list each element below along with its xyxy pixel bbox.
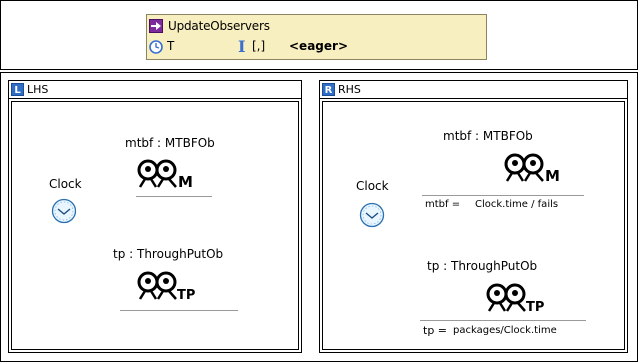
- rhs-mtbf-observer-icon[interactable]: M: [501, 152, 571, 184]
- rhs-tp-attr-value[interactable]: packages/Clock.time: [453, 325, 557, 336]
- svg-text:M: M: [178, 173, 193, 190]
- lhs-tp-label: tp : ThroughPutOb: [113, 247, 224, 261]
- rule-name: UpdateObservers: [168, 19, 270, 33]
- lhs-canvas[interactable]: Clock mtbf : MTBFOb M tp : ThroughPutOb …: [11, 101, 299, 350]
- svg-text:TP: TP: [177, 288, 195, 302]
- parameters-icon: I: [238, 37, 246, 56]
- svg-text:TP: TP: [526, 300, 544, 314]
- lhs-title: LHS: [27, 83, 49, 96]
- lhs-badge-icon: L: [11, 83, 24, 96]
- rhs-clock-icon[interactable]: [359, 202, 385, 228]
- lhs-header: L LHS: [9, 81, 301, 99]
- lhs-mtbf-label: mtbf : MTBFOb: [125, 136, 215, 150]
- priority-clock-icon: [149, 40, 163, 54]
- rule-parameters: [,]: [252, 39, 266, 53]
- rhs-panel[interactable]: R RHS Clock mtbf : MTBFOb M mtbf = Clock…: [319, 80, 628, 353]
- rhs-mtbf-attr-name: mtbf =: [425, 199, 461, 210]
- lhs-panel[interactable]: L LHS Clock mtbf : MTBFOb M tp : Through…: [8, 80, 302, 353]
- rhs-tp-observer-icon[interactable]: TP: [483, 282, 553, 314]
- svg-text:M: M: [545, 167, 560, 184]
- lhs-clock-label: Clock: [49, 177, 82, 191]
- rule-application-mode: <eager>: [289, 39, 348, 53]
- rule-properties: T I [,] <eager>: [149, 37, 484, 56]
- rule-priority: T: [167, 39, 175, 53]
- lhs-tp-observer-icon[interactable]: TP: [134, 270, 204, 302]
- rhs-tp-divider: [420, 320, 586, 321]
- rhs-tp-attr-name: tp =: [423, 324, 448, 337]
- rhs-mtbf-divider: [422, 195, 584, 196]
- lhs-clock-icon[interactable]: [51, 198, 77, 224]
- lhs-mtbf-divider: [136, 196, 212, 197]
- rhs-mtbf-label: mtbf : MTBFOb: [443, 129, 533, 143]
- rhs-canvas[interactable]: Clock mtbf : MTBFOb M mtbf = Clock.time …: [322, 101, 625, 350]
- rhs-title: RHS: [338, 83, 361, 96]
- rhs-clock-label: Clock: [356, 179, 389, 193]
- rhs-header: R RHS: [320, 81, 627, 99]
- lhs-mtbf-observer-icon[interactable]: M: [134, 158, 204, 190]
- rhs-mtbf-attr-value[interactable]: Clock.time / fails: [475, 199, 558, 210]
- lhs-tp-divider: [120, 310, 238, 311]
- rhs-badge-icon: R: [322, 83, 335, 96]
- rule-arrow-icon: [149, 19, 163, 33]
- rule-header[interactable]: UpdateObservers T I [,] <eager>: [146, 14, 487, 60]
- rhs-tp-label: tp : ThroughPutOb: [427, 259, 538, 273]
- rule-title-row: UpdateObservers: [149, 17, 270, 35]
